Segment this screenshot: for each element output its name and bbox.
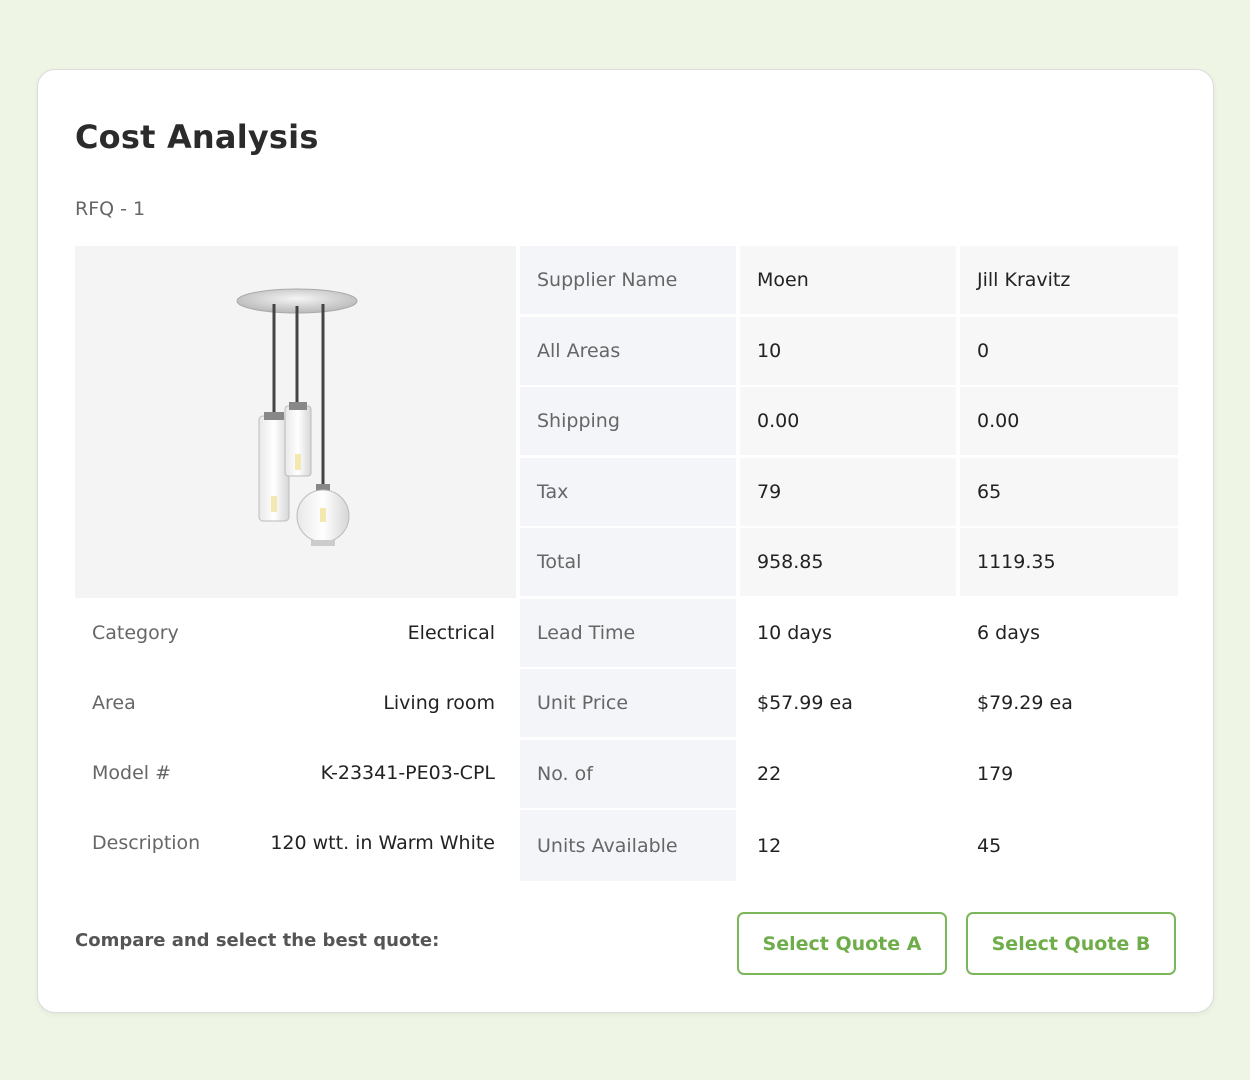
quote-b-value: 65 — [960, 458, 1178, 526]
row-label: Units Available — [520, 810, 736, 881]
attribute-value: Living room — [383, 692, 495, 714]
attribute-label: Model # — [92, 762, 172, 784]
select-quote-a-button[interactable]: Select Quote A — [737, 912, 947, 975]
row-label: Shipping — [520, 387, 736, 455]
row-label: All Areas — [520, 317, 736, 385]
attribute-value: K-23341-PE03-CPL — [320, 762, 495, 784]
row-label: No. of — [520, 740, 736, 808]
rfq-label: RFQ - 1 — [75, 198, 146, 220]
attribute-label: Description — [92, 832, 201, 854]
quote-a-value: 22 — [757, 763, 782, 785]
attribute-row-model: Model # K-23341-PE03-CPL — [75, 738, 516, 808]
pendant-light-image — [75, 246, 516, 598]
row-label: Total — [520, 528, 736, 596]
row-label: Tax — [520, 458, 736, 526]
select-quote-b-button[interactable]: Select Quote B — [966, 912, 1176, 975]
attribute-value: Electrical — [407, 622, 495, 644]
quote-a-value: 10 — [740, 317, 956, 385]
row-label: Unit Price — [520, 669, 736, 737]
quote-b-value: 0 — [960, 317, 1178, 385]
quote-a-value: Moen — [740, 246, 956, 314]
quote-b-value: 179 — [977, 763, 1014, 785]
quote-a-value: $57.99 ea — [757, 692, 853, 714]
attribute-row-description: Description 120 wtt. in Warm White — [75, 808, 516, 878]
compare-prompt: Compare and select the best quote: — [75, 930, 440, 951]
quote-b-value: Jill Kravitz — [960, 246, 1178, 314]
attribute-row-area: Area Living room — [75, 668, 516, 738]
quote-a-value: 958.85 — [740, 528, 956, 596]
quote-b-value: 6 days — [977, 622, 1040, 644]
quote-b-value: 45 — [977, 834, 1002, 857]
row-label: Lead Time — [520, 599, 736, 667]
quote-b-value: $79.29 ea — [977, 692, 1073, 714]
quote-a-value: 0.00 — [740, 387, 956, 455]
row-label: Supplier Name — [520, 246, 736, 314]
quote-a-value: 10 days — [757, 622, 833, 644]
quote-b-value: 1119.35 — [960, 528, 1178, 596]
page-title: Cost Analysis — [75, 118, 319, 156]
quote-a-value: 12 — [757, 834, 782, 857]
attribute-label: Area — [92, 692, 136, 714]
quote-a-value: 79 — [740, 458, 956, 526]
quote-comparison-table: Supplier Name Moen Jill Kravitz All Area… — [520, 246, 1178, 881]
attribute-label: Category — [92, 622, 179, 644]
attribute-value: 120 wtt. in Warm White — [270, 832, 495, 854]
quote-b-value: 0.00 — [960, 387, 1178, 455]
cost-analysis-card: Cost Analysis RFQ - 1 Category Electrica… — [37, 69, 1214, 1013]
attribute-row-category: Category Electrical — [75, 598, 516, 668]
product-panel: Category Electrical Area Living room Mod… — [75, 246, 516, 881]
